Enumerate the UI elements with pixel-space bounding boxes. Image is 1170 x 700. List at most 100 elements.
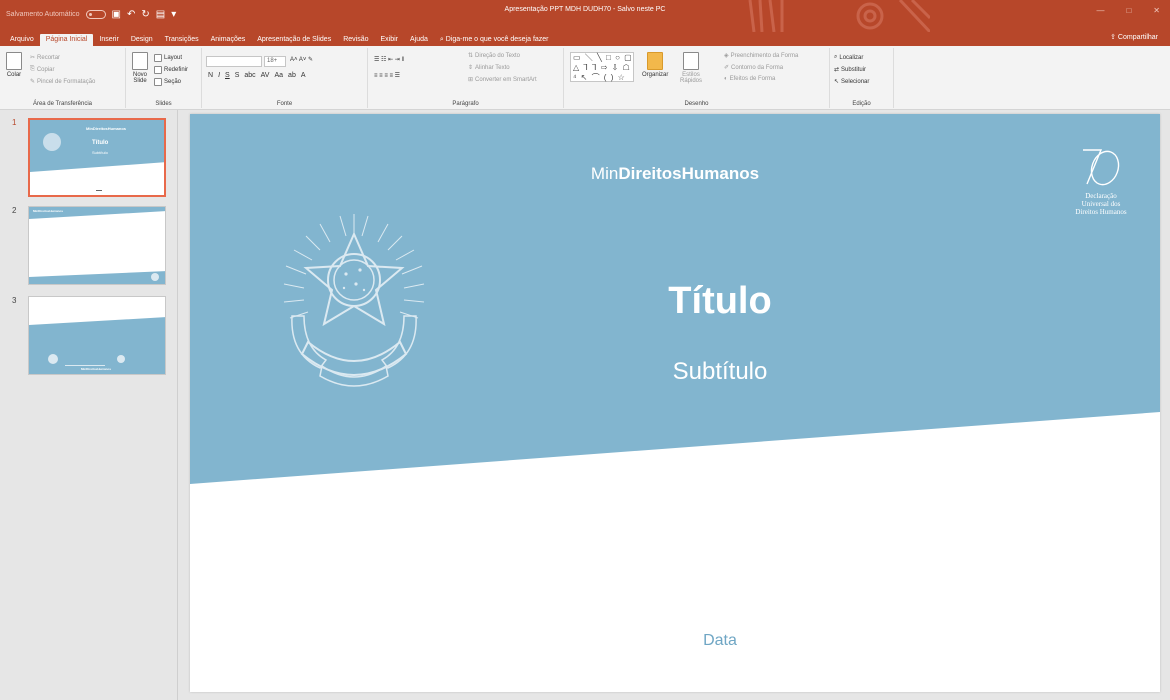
tab-ajuda[interactable]: Ajuda: [404, 34, 434, 46]
tab-design[interactable]: Design: [125, 34, 159, 46]
arrange-button[interactable]: Organizar: [642, 52, 668, 78]
reset-icon: [154, 66, 162, 74]
shapes-row-3: ⁴ ↖ ⌒ ( ) ☆: [573, 73, 626, 82]
thumb-number-3: 3: [12, 296, 17, 305]
group-drawing: ▭ ＼ ╲ □ ○ ▢ △ ⅂ ⅂ ⇨ ⇩ ☖ ⁴ ↖ ⌒ ( ) ☆ Orga…: [564, 48, 830, 108]
cursor-icon: ↖: [834, 79, 840, 85]
font-format-row: N I S S abc AV Aa ab A: [208, 72, 306, 79]
shape-fill-button[interactable]: ◈ Preenchimento da Forma: [724, 52, 798, 60]
slide-canvas[interactable]: MinDireitosHumanos Título Subtítulo Decl…: [190, 114, 1160, 692]
slide-thumbnail-pane: 1 MinDireitosHumanos Título Subtítulo 2 …: [0, 110, 178, 700]
title-bar-decoration: [730, 0, 930, 32]
align-text-button[interactable]: ⇕ Alinhar Texto: [468, 64, 510, 72]
case-button[interactable]: Aa: [274, 72, 283, 79]
font-size-combo[interactable]: 18+: [264, 56, 286, 67]
share-button[interactable]: ⇪ Compartilhar: [1110, 32, 1158, 44]
shape-effects-label: Efeitos de Forma: [729, 76, 776, 82]
smartart-icon: ⊞: [468, 77, 474, 83]
tab-arquivo[interactable]: Arquivo: [4, 34, 40, 46]
align-icon[interactable]: ≡ ≡ ≡ ≡ ☰: [374, 72, 400, 79]
tell-me-text: Diga-me o que você deseja fazer: [445, 36, 549, 43]
group-font: 18+ A˄ A˅ ✎ N I S S abc AV Aa ab A Fonte: [202, 48, 368, 108]
format-painter-button[interactable]: ✎ Pincel de Formatação: [30, 78, 95, 86]
slide-title[interactable]: Título: [570, 280, 870, 323]
highlight-icon[interactable]: ab: [288, 72, 296, 79]
quick-styles-button[interactable]: Estilos Rápidos: [676, 52, 706, 84]
shape-effects-button[interactable]: ◐ Efeitos de Forma: [724, 76, 775, 82]
spacing-icon[interactable]: AV: [261, 72, 270, 79]
tab-inserir[interactable]: Inserir: [93, 34, 124, 46]
strikethrough-icon[interactable]: abc: [244, 72, 255, 79]
grow-font-icon[interactable]: A˄ A˅ ✎: [290, 56, 313, 63]
cut-button[interactable]: ✂ Recortar: [30, 54, 61, 62]
bullets-icon[interactable]: ☰ ☷ ⇤ ⇥ ‖: [374, 56, 404, 63]
bold-button[interactable]: N: [208, 72, 213, 79]
window-controls: — □ ✕: [1096, 6, 1160, 15]
share-icon: ⇪: [1110, 34, 1118, 41]
ribbon: Colar ✂ Recortar ⎘ Copiar ✎ Pincel de Forma…: [0, 46, 1170, 110]
reset-button[interactable]: Redefinir: [154, 66, 188, 74]
replace-label: Substituir: [841, 66, 867, 73]
ribbon-tabs: Arquivo Página Inicial Inserir Design Tr…: [0, 32, 1170, 46]
tab-transicoes[interactable]: Transições: [159, 34, 205, 46]
thumb-1-subtitle: Subtítulo: [92, 150, 108, 155]
new-slide-icon: [132, 52, 148, 70]
group-slides: Novo Slide Layout Redefinir Seção Slides: [126, 48, 202, 108]
group-label-clipboard: Área de Transferência: [32, 101, 93, 107]
font-color-icon[interactable]: A: [301, 72, 306, 79]
thumb-1-brand: MinDireitosHumanos: [86, 126, 127, 131]
tab-exibir[interactable]: Exibir: [374, 34, 404, 46]
text-direction-label: Direção do Texto: [475, 52, 520, 59]
cut-label: Recortar: [37, 54, 61, 61]
find-button[interactable]: ⌕ Localizar: [834, 54, 863, 61]
brush-icon: ✎: [30, 79, 36, 85]
slide-date[interactable]: Data: [570, 632, 870, 650]
tab-pagina-inicial[interactable]: Página Inicial: [39, 34, 94, 46]
close-button[interactable]: ✕: [1153, 6, 1160, 15]
section-button[interactable]: Seção: [154, 78, 181, 86]
slide-blue-band: [190, 114, 1160, 484]
maximize-button[interactable]: □: [1126, 6, 1131, 15]
underline-button[interactable]: S: [225, 72, 230, 79]
group-paragraph: ☰ ☷ ⇤ ⇥ ‖ ≡ ≡ ≡ ≡ ☰ ⇅ Direção do Texto ⇕ A…: [368, 48, 564, 108]
slide-subtitle[interactable]: Subtítulo: [570, 358, 870, 386]
paste-button[interactable]: Colar: [6, 52, 22, 78]
shadow-button[interactable]: S: [235, 72, 240, 79]
copy-button[interactable]: ⎘ Copiar: [30, 66, 55, 73]
group-label-editing: Edição: [852, 101, 871, 107]
text-direction-button[interactable]: ⇅ Direção do Texto: [468, 52, 520, 60]
effects-icon: ◐: [724, 76, 728, 82]
quick-styles-label: Estilos Rápidos: [679, 72, 702, 84]
tell-me-search[interactable]: ⌕ Diga-me o que você deseja fazer: [434, 34, 549, 46]
smartart-label: Converter em SmartArt: [475, 76, 537, 83]
document-title: Apresentação PPT MDH DUDH70 - Salvo nest…: [504, 6, 666, 13]
shapes-gallery[interactable]: ▭ ＼ ╲ □ ○ ▢ △ ⅂ ⅂ ⇨ ⇩ ☖ ⁴ ↖ ⌒ ( ) ☆: [570, 52, 634, 82]
tab-revisao[interactable]: Revisão: [337, 34, 374, 46]
tab-animacoes[interactable]: Animações: [205, 34, 252, 46]
minimize-button[interactable]: —: [1096, 6, 1104, 15]
udhr-line-1: Declaração: [1085, 192, 1117, 200]
group-clipboard: Colar ✂ Recortar ⎘ Copiar ✎ Pincel de Forma…: [0, 48, 126, 108]
udhr-line-3: Direitos Humanos: [1075, 208, 1127, 216]
layout-button[interactable]: Layout: [154, 54, 182, 62]
share-label: Compartilhar: [1117, 34, 1158, 41]
replace-button[interactable]: ⇄ Substituir: [834, 66, 867, 74]
select-button[interactable]: ↖ Selecionar: [834, 78, 869, 86]
slide-thumbnail-1[interactable]: MinDireitosHumanos Título Subtítulo: [28, 118, 166, 197]
slide-thumbnail-2[interactable]: MinDireitosHumanos: [28, 206, 166, 285]
italic-button[interactable]: I: [218, 72, 220, 79]
arrange-label: Organizar: [642, 72, 669, 78]
font-name-combo[interactable]: [206, 56, 262, 67]
smartart-button[interactable]: ⊞ Converter em SmartArt: [468, 76, 537, 84]
shape-outline-button[interactable]: ✐ Contorno da Forma: [724, 64, 783, 72]
scissors-icon: ✂: [30, 55, 36, 61]
text-direction-icon: ⇅: [468, 53, 474, 59]
new-slide-button[interactable]: Novo Slide: [130, 52, 150, 84]
find-label: Localizar: [839, 54, 864, 61]
layout-icon: [154, 54, 162, 62]
brand-prefix: Min: [590, 164, 619, 183]
slide-thumbnail-3[interactable]: MinDireitosHumanos: [28, 296, 166, 375]
search-icon: ⌕: [834, 54, 838, 60]
tab-apresentacao[interactable]: Apresentação de Slides: [251, 34, 337, 46]
layout-label: Layout: [164, 55, 183, 61]
